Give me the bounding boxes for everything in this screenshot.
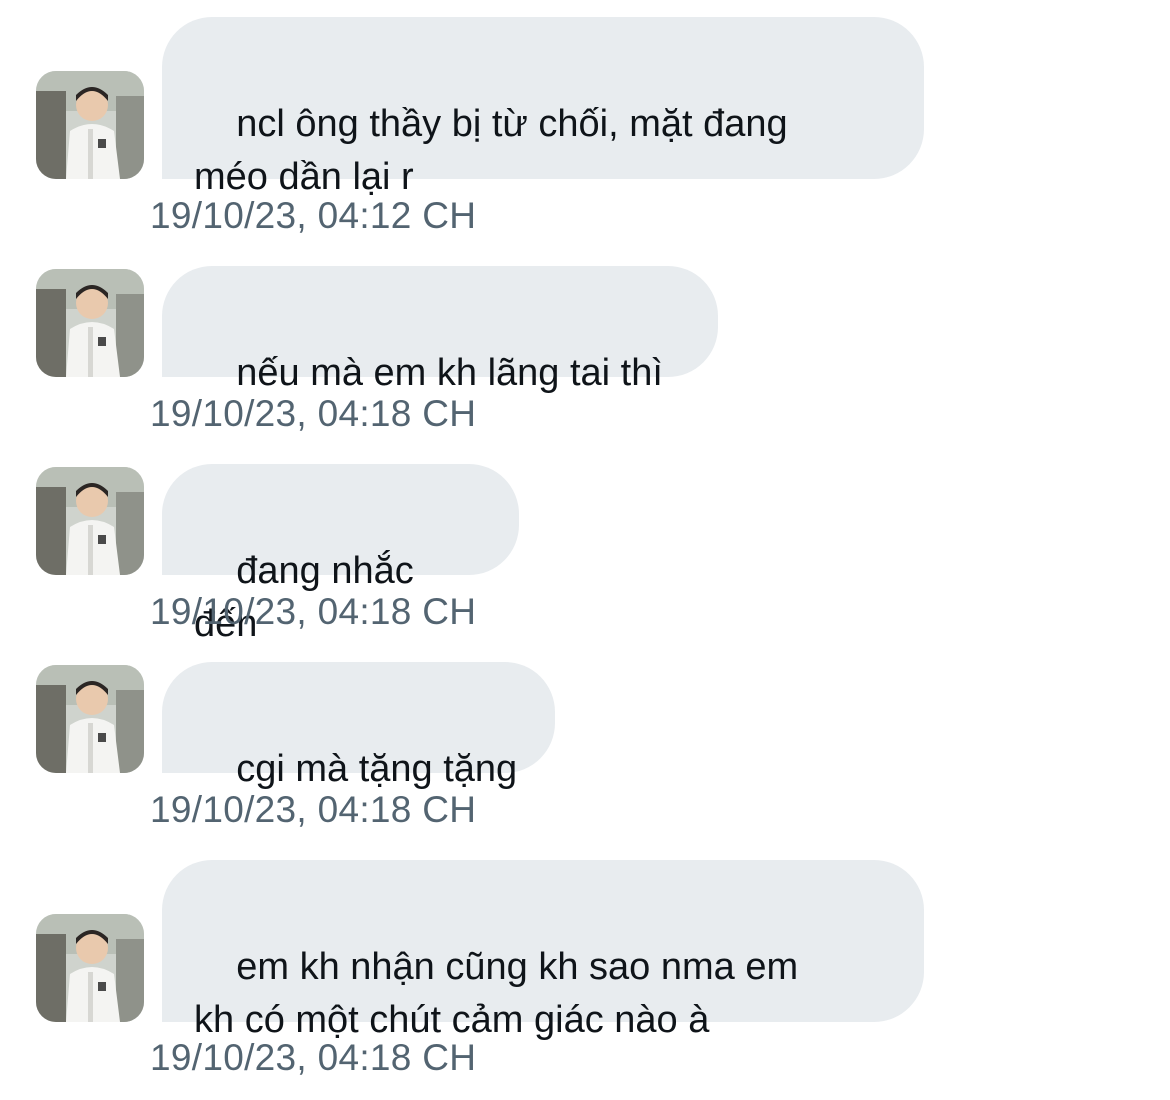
message-text: cgi mà tặng tặng <box>236 748 518 790</box>
message-timestamp: 19/10/23, 04:18 CH <box>150 393 477 434</box>
avatar[interactable] <box>36 71 144 179</box>
message-timestamp: 19/10/23, 04:18 CH <box>150 789 477 830</box>
message-timestamp: 19/10/23, 04:12 CH <box>150 195 477 236</box>
message-timestamp: 19/10/23, 04:18 CH <box>150 1037 477 1078</box>
message-text: em kh nhận cũng kh sao nma em kh có một … <box>194 946 799 1041</box>
message-text: ncl ông thầy bị từ chối, mặt đang méo dầ… <box>194 103 788 198</box>
message-bubble[interactable]: em kh nhận cũng kh sao nma em kh có một … <box>162 860 924 1041</box>
avatar-photo-icon <box>36 467 144 575</box>
message-timestamp: 19/10/23, 04:18 CH <box>150 591 477 632</box>
message-text: nếu mà em kh lãng tai thì <box>236 352 663 394</box>
avatar-photo-icon <box>36 269 144 377</box>
message-bubble[interactable]: ncl ông thầy bị từ chối, mặt đang méo dầ… <box>162 17 924 198</box>
avatar[interactable] <box>36 467 144 575</box>
avatar-photo-icon <box>36 71 144 179</box>
avatar[interactable] <box>36 269 144 377</box>
message-bubble[interactable]: nếu mà em kh lãng tai thì <box>162 266 718 394</box>
avatar[interactable] <box>36 665 144 773</box>
message-bubble[interactable]: cgi mà tặng tặng <box>162 662 555 790</box>
message-bubble[interactable]: đang nhắc đến <box>162 464 519 645</box>
avatar-photo-icon <box>36 914 144 1022</box>
avatar-photo-icon <box>36 665 144 773</box>
avatar[interactable] <box>36 914 144 1022</box>
